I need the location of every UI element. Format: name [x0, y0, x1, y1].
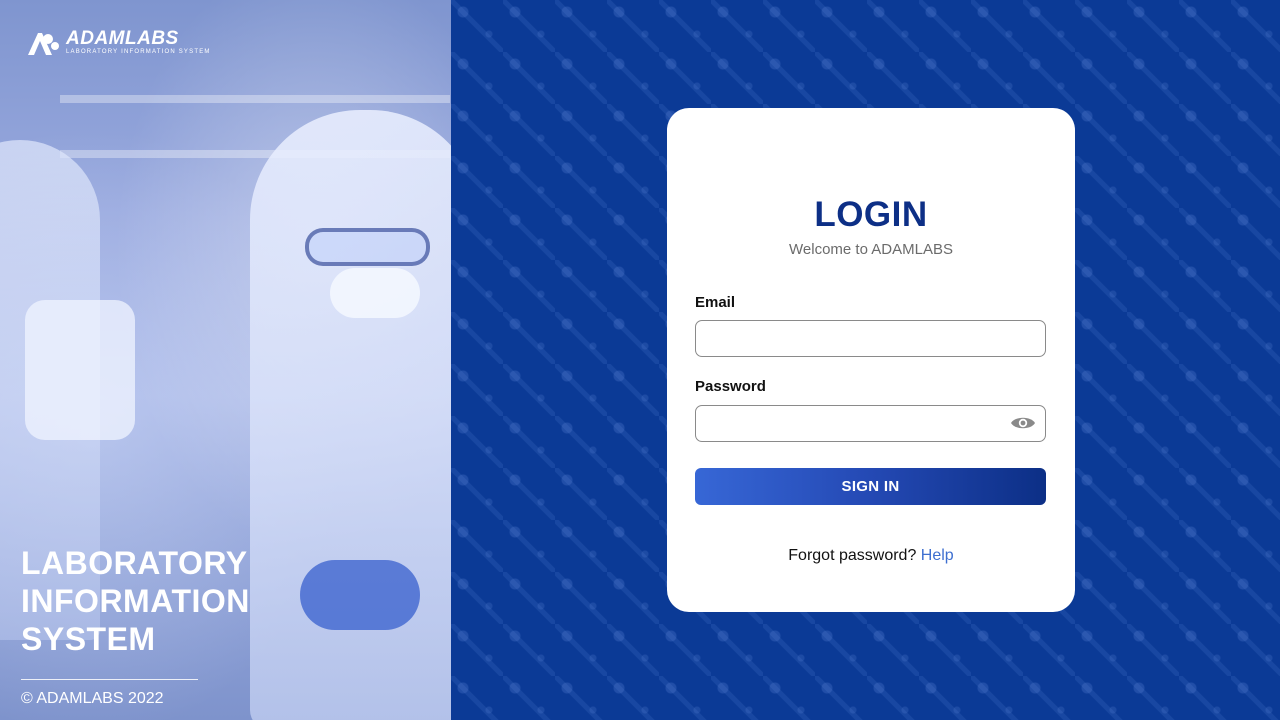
- hero-line: INFORMATION: [21, 583, 250, 619]
- hero-line: SYSTEM: [21, 621, 156, 657]
- copyright-text: © ADAMLABS 2022: [21, 690, 164, 707]
- password-field[interactable]: [695, 405, 1046, 442]
- sign-in-button[interactable]: SIGN IN: [695, 468, 1046, 505]
- scientist-goggles: [305, 228, 430, 266]
- hero-panel: ADAMLABS LABORATORY INFORMATION SYSTEM L…: [0, 0, 451, 720]
- login-subtitle: Welcome to ADAMLABS: [789, 241, 953, 258]
- brand-name: ADAMLABS: [66, 28, 179, 49]
- microscope: [25, 300, 135, 440]
- forgot-password-text: Forgot password?: [788, 547, 917, 564]
- login-title: LOGIN: [814, 195, 928, 234]
- adamlabs-logo-icon: [26, 29, 60, 57]
- email-field[interactable]: [695, 320, 1046, 357]
- brand-logo: ADAMLABS LABORATORY INFORMATION SYSTEM: [26, 29, 211, 57]
- brand-tagline: LABORATORY INFORMATION SYSTEM: [66, 49, 211, 55]
- login-card: [667, 108, 1075, 612]
- footer-divider: [21, 679, 198, 680]
- email-label: Email: [695, 294, 736, 311]
- password-label: Password: [695, 378, 766, 395]
- scientist-glove: [300, 560, 420, 630]
- scientist-mask: [330, 268, 420, 318]
- hero-line: LABORATORY: [21, 545, 248, 581]
- help-link[interactable]: Help: [921, 547, 954, 564]
- background-shelf: [60, 95, 450, 103]
- forgot-password-row: Forgot password? Help: [667, 547, 1075, 565]
- hero-heading: LABORATORY INFORMATION SYSTEM: [21, 544, 250, 658]
- eye-icon[interactable]: [1010, 412, 1036, 434]
